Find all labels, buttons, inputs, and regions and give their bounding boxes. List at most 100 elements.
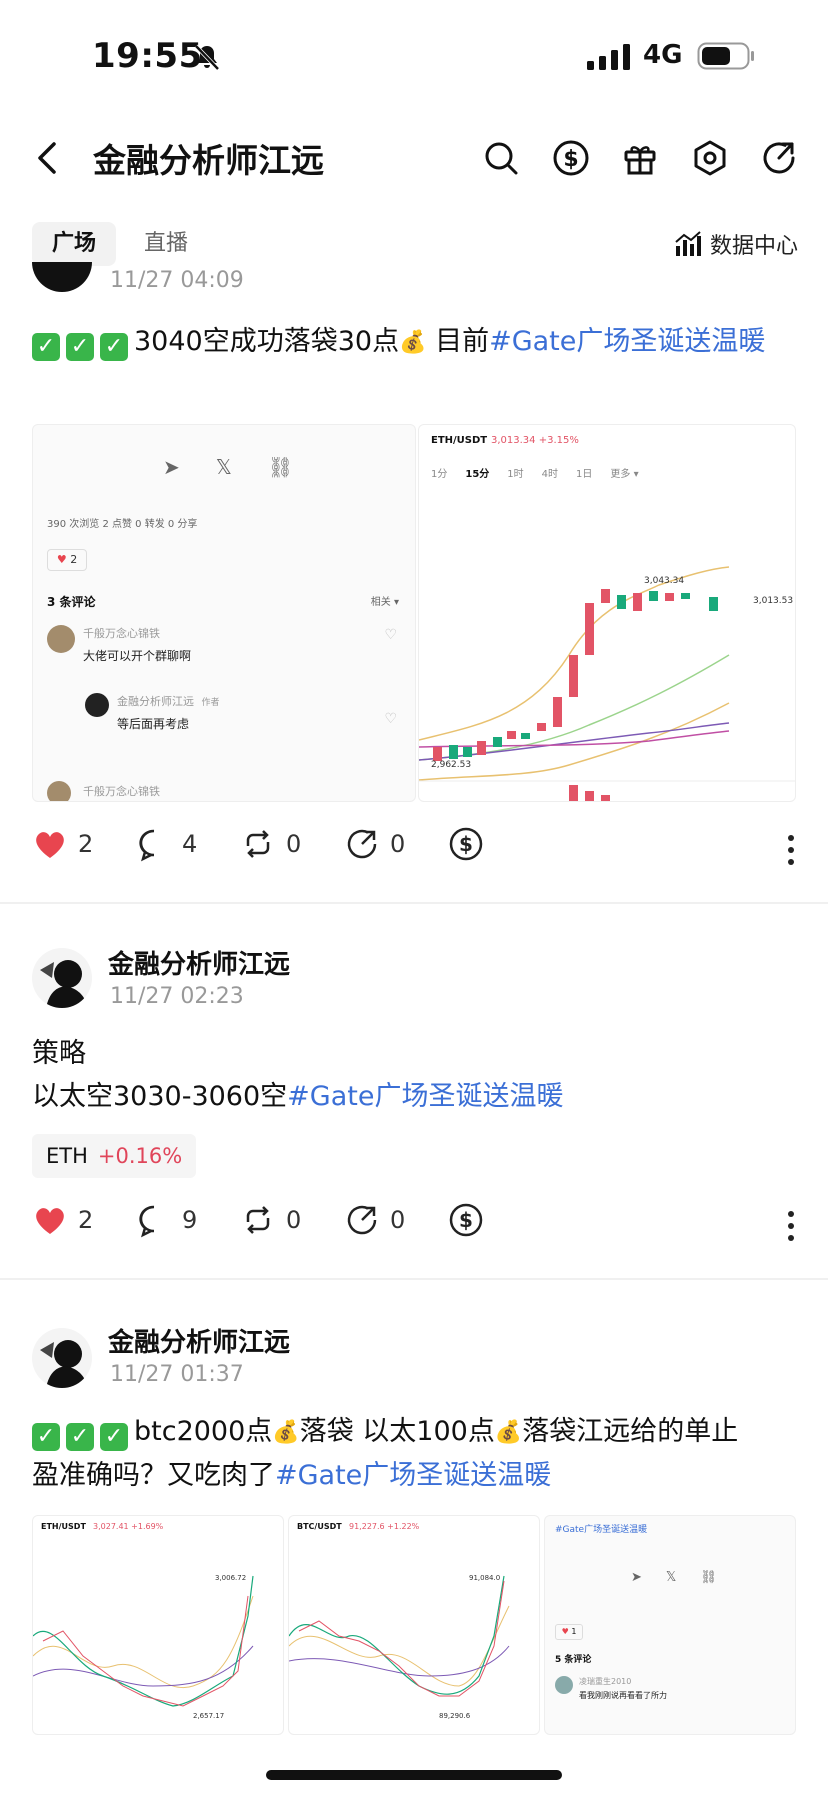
- like-count: 2: [78, 1206, 94, 1234]
- post-image-comments[interactable]: #Gate广场圣诞送温暖 ➤ 𝕏 ⛓ ♥ 1 5 条评论 凌瑞重生2010 看我…: [544, 1515, 796, 1735]
- share-icon: [347, 1205, 377, 1235]
- author-name[interactable]: 金融分析师江远: [108, 1322, 290, 1359]
- comment-avatar: [47, 625, 75, 653]
- heart-icon: ♥: [561, 1627, 569, 1636]
- checkmark-icon: ✓: [32, 333, 60, 361]
- network-label: 4G: [643, 40, 683, 70]
- post-text-b: 落袋 以太100点: [299, 1416, 495, 1447]
- post-text: ✓ ✓ ✓ btc2000点💰落袋 以太100点💰落袋江远给的单止 盈准确吗？又吃肉了…: [32, 1410, 802, 1497]
- post-text-d: 盈准确吗？又吃肉了: [32, 1460, 275, 1491]
- share-button[interactable]: 0: [344, 1202, 405, 1238]
- post-text-a: btc2000点: [134, 1416, 273, 1447]
- coin-chip[interactable]: ETH +0.16%: [32, 1134, 197, 1178]
- post-time: 11/27 01:37: [110, 1362, 244, 1387]
- share-button[interactable]: 0: [344, 826, 405, 862]
- interval-tab: 15分: [465, 469, 490, 480]
- interval-tab: 1时: [507, 469, 524, 480]
- post-text: 策略 以太空3030-3060空#Gate广场圣诞送温暖: [32, 1032, 802, 1118]
- post-image-chart[interactable]: ETH/USDT 3,013.34 +3.15% 1分 15分 1时 4时 1日…: [418, 424, 796, 802]
- repost-count: 0: [286, 830, 302, 858]
- post-divider: [0, 1278, 828, 1280]
- heart-filled-icon: [36, 1208, 64, 1234]
- search-icon[interactable]: [481, 138, 521, 178]
- post-image-chart[interactable]: BTC/USDT 91,227.6 +1.22% 91,084.0 89,290…: [288, 1515, 540, 1735]
- comment-button[interactable]: 9: [136, 1202, 197, 1238]
- chart-low-label: 2,657.17: [193, 1712, 224, 1720]
- comment-avatar: [47, 781, 71, 801]
- chart-price: 3,013.34 +3.15%: [491, 435, 579, 446]
- like-chip: ♥ 1: [555, 1624, 583, 1640]
- post-line-2: 以太空3030-3060空#Gate广场圣诞送温暖: [32, 1075, 802, 1118]
- share-count: 0: [390, 1206, 406, 1234]
- share-icon[interactable]: [759, 138, 799, 178]
- tip-button[interactable]: $: [448, 1202, 484, 1238]
- comment-user-name: 金融分析师江远: [117, 695, 194, 708]
- checkmark-icon: ✓: [32, 1423, 60, 1451]
- share-count: 0: [390, 830, 406, 858]
- checkmark-icon: ✓: [66, 1423, 94, 1451]
- tip-button[interactable]: $: [448, 826, 484, 862]
- link-icon: ⛓: [267, 455, 294, 479]
- send-icon: ➤: [631, 1570, 642, 1585]
- x-icon: 𝕏: [215, 455, 232, 479]
- data-center-link[interactable]: 数据中心: [674, 228, 798, 260]
- sort-label: 相关 ▾: [370, 597, 399, 608]
- hashtag-link[interactable]: #Gate广场圣诞送温暖: [489, 326, 765, 357]
- comment-header: 5 条评论: [555, 1655, 592, 1665]
- chart-pair: ETH/USDT: [431, 435, 488, 446]
- avatar[interactable]: [32, 1328, 92, 1388]
- chart-pair: ETH/USDT: [41, 1522, 86, 1531]
- post-divider: [0, 902, 828, 904]
- post-time: 11/27 02:23: [110, 984, 244, 1009]
- dollar-coin-icon[interactable]: $: [551, 138, 591, 178]
- svg-text:$: $: [459, 1208, 473, 1232]
- comment-count: 4: [182, 830, 198, 858]
- like-chip-count: 1: [571, 1627, 577, 1636]
- post-line-1: ✓ ✓ ✓ btc2000点💰落袋 以太100点💰落袋江远给的单止: [32, 1410, 802, 1454]
- status-bar: 19:55 4G: [0, 0, 828, 110]
- post-text-c: 落袋江远给的单止: [522, 1416, 739, 1447]
- comment-user: 金融分析师江远 作者: [117, 693, 220, 709]
- hashtag-link[interactable]: #Gate广场圣诞送温暖: [275, 1460, 551, 1491]
- comment-button[interactable]: 4: [136, 826, 197, 862]
- gift-icon[interactable]: [620, 138, 660, 178]
- comment-user: 千般万念心锦铁: [83, 785, 160, 798]
- candlestick-chart: 3,043.34 2,962.53 3,013.53: [419, 566, 795, 801]
- interval-tab: 1分: [431, 469, 448, 480]
- chart-high-label: 3,043.34: [644, 576, 684, 586]
- avatar-image: [40, 1340, 88, 1388]
- stats-row: 390 次浏览 2 点赞 0 转发 0 分享: [47, 519, 198, 530]
- tab-square[interactable]: 广场: [32, 222, 117, 266]
- settings-hexagon-icon[interactable]: [690, 138, 730, 178]
- send-icon: ➤: [163, 455, 180, 479]
- avatar[interactable]: [32, 262, 92, 292]
- heart-filled-icon: [36, 832, 64, 858]
- checkmark-icon: ✓: [66, 333, 94, 361]
- post-image-chart[interactable]: ETH/USDT 3,027.41 +1.69% 3,006.72 2,657.…: [32, 1515, 284, 1735]
- like-button[interactable]: 2: [32, 1202, 93, 1238]
- hashtag-link[interactable]: #Gate广场圣诞送温暖: [287, 1081, 563, 1112]
- post-text-mid: 目前: [435, 326, 490, 357]
- tab-live[interactable]: 直播: [124, 222, 208, 266]
- avatar-image: [40, 960, 88, 1008]
- line-candle-chart: 91,084.0 89,290.6: [289, 1574, 510, 1720]
- home-indicator[interactable]: [266, 1770, 562, 1780]
- like-button[interactable]: 2: [32, 826, 93, 862]
- post-image-comments[interactable]: ➤ 𝕏 ⛓ 390 次浏览 2 点赞 0 转发 0 分享 ♥ 2 3 条评论 相…: [32, 424, 416, 802]
- candles: [433, 589, 718, 761]
- more-vertical-icon[interactable]: [786, 1208, 796, 1244]
- interval-tab: 1日: [576, 469, 593, 480]
- chart-price: 3,027.41 +1.69%: [93, 1522, 164, 1531]
- repost-button[interactable]: 0: [240, 1202, 301, 1238]
- back-arrow-icon[interactable]: [34, 140, 62, 176]
- heart-icon: ♥: [56, 553, 67, 566]
- page-title: 金融分析师江远: [93, 141, 324, 180]
- author-name[interactable]: 金融分析师江远: [108, 944, 290, 981]
- repost-button[interactable]: 0: [240, 826, 301, 862]
- dollar-coin-icon: $: [449, 1203, 483, 1237]
- coin-change: +0.16%: [97, 1144, 183, 1168]
- status-time: 19:55: [92, 36, 203, 76]
- more-vertical-icon[interactable]: [786, 832, 796, 868]
- avatar[interactable]: [32, 948, 92, 1008]
- comment-user: 千般万念心锦铁: [83, 627, 160, 640]
